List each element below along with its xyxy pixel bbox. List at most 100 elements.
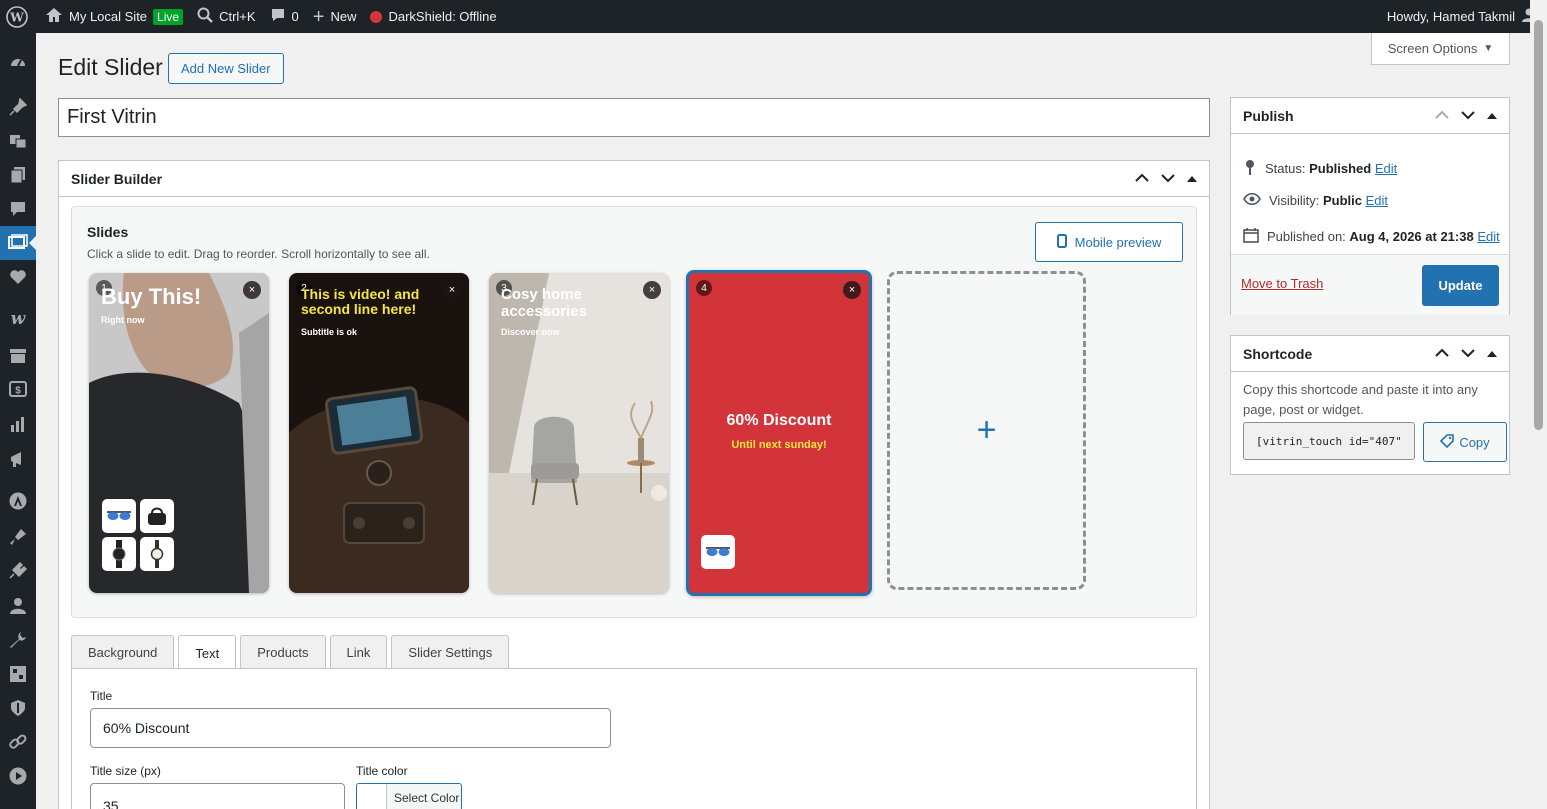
shortcode-box: Shortcode Copy this shortcode and paste … — [1230, 335, 1510, 475]
post-title-input[interactable]: First Vitrin — [58, 98, 1210, 137]
close-icon[interactable]: × — [643, 281, 661, 299]
publish-box: Publish Status: Published Edit Visibilit… — [1230, 97, 1510, 315]
search-icon — [197, 7, 213, 26]
settings-icon[interactable] — [8, 664, 28, 684]
slide-card-3[interactable]: 3 × Cosy home accessories Discover now — [489, 273, 669, 593]
chevron-up-icon[interactable] — [1435, 347, 1449, 361]
add-slide-button[interactable]: + — [887, 271, 1086, 590]
slides-hint: Click a slide to edit. Drag to reorder. … — [87, 247, 430, 261]
add-new-slider-button[interactable]: Add New Slider — [168, 53, 284, 84]
new-content-link[interactable]: + New — [306, 0, 364, 33]
close-icon[interactable]: × — [243, 281, 261, 299]
tag-icon — [1440, 433, 1455, 451]
pin-icon — [1243, 159, 1257, 178]
title-size-label: Title size (px) — [90, 764, 161, 778]
payments-icon[interactable]: $ — [8, 379, 28, 399]
tab-link[interactable]: Link — [329, 635, 388, 669]
heart-icon[interactable] — [8, 267, 28, 287]
tab-text[interactable]: Text — [178, 635, 237, 670]
slider-icon[interactable] — [0, 226, 36, 260]
chevron-down-icon[interactable] — [1161, 172, 1175, 186]
watch-black-icon — [102, 537, 136, 571]
title-size-input[interactable]: 35 — [90, 783, 345, 809]
status-label: Status: — [1265, 161, 1306, 176]
plugins-icon[interactable] — [8, 561, 28, 581]
products-icon[interactable] — [8, 346, 28, 366]
chevron-down-icon[interactable] — [1461, 109, 1475, 123]
update-button[interactable]: Update — [1422, 265, 1499, 306]
posts-icon[interactable] — [8, 97, 28, 117]
collapse-toggle-icon[interactable] — [1187, 172, 1197, 186]
shortcode-field[interactable]: [vitrin_touch id="407" — [1243, 422, 1415, 460]
slide-card-4[interactable]: 4 × 60% Discount Until next sunday! — [686, 270, 872, 596]
title-color-picker[interactable]: Select Color — [356, 783, 462, 809]
tools-icon[interactable] — [8, 630, 28, 650]
pages-icon[interactable] — [8, 165, 28, 185]
svg-text:W: W — [9, 10, 24, 24]
slide-title: This is video! and second line here! — [301, 286, 420, 318]
comment-icon — [270, 7, 286, 26]
scrollbar-thumb[interactable] — [1534, 20, 1543, 430]
site-name-link[interactable]: My Local Site Live — [35, 0, 190, 33]
search-button[interactable]: Ctrl+K — [190, 0, 262, 33]
slide-card-2[interactable]: 2 × This is video! and second line here!… — [289, 273, 469, 593]
mobile-icon — [1056, 233, 1067, 251]
tab-background[interactable]: Background — [71, 635, 175, 669]
sunglasses-icon — [102, 499, 136, 533]
security-icon[interactable] — [8, 698, 28, 718]
publish-title: Publish — [1243, 107, 1294, 124]
mobile-preview-button[interactable]: Mobile preview — [1035, 222, 1183, 262]
plus-icon: + — [312, 5, 325, 28]
slide-3-photo — [489, 273, 669, 593]
comments-link[interactable]: 0 — [263, 0, 306, 33]
visibility-label: Visibility: — [1269, 193, 1320, 208]
collapse-toggle-icon[interactable] — [1487, 347, 1497, 361]
shortcode-description: Copy this shortcode and paste it into an… — [1243, 382, 1478, 418]
slider-builder-title: Slider Builder — [71, 170, 163, 187]
close-icon[interactable]: × — [843, 281, 861, 299]
published-on-row: Published on: Aug 4, 2026 at 21:38 Edit — [1243, 227, 1500, 246]
slides-title: Slides — [87, 224, 129, 240]
media-icon[interactable] — [8, 131, 28, 151]
tab-products[interactable]: Products — [240, 635, 326, 669]
play-icon[interactable] — [8, 766, 28, 786]
edit-date-link[interactable]: Edit — [1477, 229, 1499, 244]
darkshield-status[interactable]: DarkShield: Offline — [363, 0, 503, 33]
slide-subtitle: Subtitle is ok — [301, 327, 358, 337]
title-input[interactable]: 60% Discount — [90, 708, 611, 748]
caret-down-icon: ▼ — [1483, 43, 1494, 54]
copy-shortcode-button[interactable]: Copy — [1423, 422, 1507, 462]
users-icon[interactable] — [8, 596, 28, 616]
site-name: My Local Site — [69, 9, 148, 24]
move-to-trash-link[interactable]: Move to Trash — [1241, 276, 1323, 291]
new-label: New — [330, 9, 357, 24]
page-scrollbar[interactable] — [1530, 0, 1547, 809]
tab-slider-settings[interactable]: Slider Settings — [391, 635, 510, 669]
appearance-icon[interactable] — [8, 527, 28, 547]
analytics-icon[interactable] — [8, 414, 28, 434]
darkshield-label: DarkShield: Offline — [388, 9, 497, 24]
chevron-down-icon[interactable] — [1461, 347, 1475, 361]
dashboard-icon[interactable] — [8, 52, 28, 72]
status-row: Status: Published Edit — [1243, 159, 1397, 178]
handbag-icon — [140, 499, 174, 533]
links-icon[interactable] — [8, 732, 28, 752]
screen-options-label: Screen Options — [1387, 41, 1478, 56]
editor-tabs: Background Text Products Link Slider Set… — [71, 635, 510, 670]
admin-bar: W My Local Site Live Ctrl+K 0 + New Dark… — [0, 0, 1547, 33]
astra-icon[interactable] — [8, 491, 28, 511]
chevron-up-icon[interactable] — [1135, 172, 1149, 186]
marketing-icon[interactable] — [8, 449, 28, 469]
edit-status-link[interactable]: Edit — [1375, 161, 1397, 176]
wordpress-logo-icon[interactable]: W — [0, 0, 35, 33]
my-account[interactable]: Howdy, Hamed Takmil — [1387, 7, 1547, 26]
greeting-text: Howdy, Hamed Takmil — [1386, 9, 1515, 24]
screen-options-button[interactable]: Screen Options ▼ — [1371, 33, 1510, 65]
chevron-up-icon[interactable] — [1435, 109, 1449, 123]
collapse-toggle-icon[interactable] — [1487, 109, 1497, 123]
comments-icon[interactable] — [8, 199, 28, 219]
slide-card-1[interactable]: 1 × Buy This! Right now — [89, 273, 269, 593]
published-label: Published on: — [1267, 229, 1346, 244]
edit-visibility-link[interactable]: Edit — [1366, 193, 1388, 208]
woo-icon[interactable]: w — [8, 309, 28, 329]
